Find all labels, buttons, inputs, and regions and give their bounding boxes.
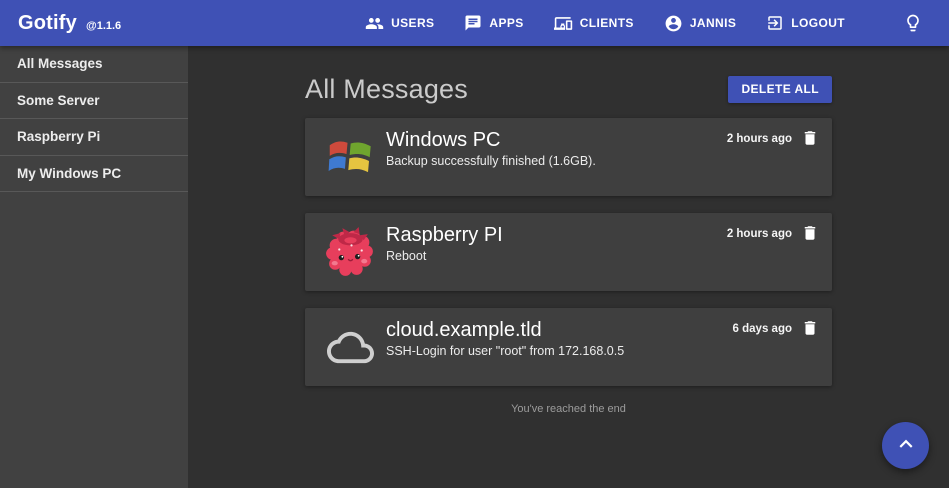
sidebar: All Messages Some Server Raspberry Pi My… (0, 46, 188, 488)
message-title: Windows PC (386, 127, 727, 153)
app-title: Gotify (18, 12, 77, 35)
sidebar-item-label: My Windows PC (17, 166, 121, 181)
sidebar-item-my-windows-pc[interactable]: My Windows PC (0, 156, 188, 193)
message-content: Raspberry PI Reboot (386, 213, 727, 291)
delete-message-button[interactable] (801, 319, 819, 337)
apps-icon (464, 14, 482, 32)
message-content: Windows PC Backup successfully finished … (386, 118, 727, 196)
message-body: Reboot (386, 248, 727, 265)
nav-logout[interactable]: LOGOUT (766, 14, 845, 32)
sidebar-item-all-messages[interactable]: All Messages (0, 46, 188, 83)
message-body: SSH-Login for user "root" from 172.168.0… (386, 343, 733, 360)
message-card: cloud.example.tld SSH-Login for user "ro… (305, 308, 832, 386)
page-title: All Messages (305, 74, 468, 105)
lightbulb-icon (903, 13, 923, 33)
sidebar-item-raspberry-pi[interactable]: Raspberry Pi (0, 119, 188, 156)
message-title: cloud.example.tld (386, 317, 733, 343)
users-icon (365, 14, 384, 33)
delete-message-button[interactable] (801, 224, 819, 242)
delete-all-button[interactable]: DELETE ALL (728, 76, 832, 103)
logout-icon (766, 14, 784, 32)
message-content: cloud.example.tld SSH-Login for user "ro… (386, 308, 733, 386)
app-bar: Gotify @1.1.6 USERS APPS CLIENTS JANNIS (0, 0, 949, 46)
message-card: Raspberry PI Reboot 2 hours ago (305, 213, 832, 291)
message-timestamp: 6 days ago (733, 321, 792, 337)
nav-user-label: JANNIS (690, 16, 736, 30)
nav-users[interactable]: USERS (365, 14, 434, 33)
message-card: Windows PC Backup successfully finished … (305, 118, 832, 196)
sidebar-item-label: Some Server (17, 93, 100, 108)
sidebar-item-some-server[interactable]: Some Server (0, 83, 188, 120)
delete-message-button[interactable] (801, 129, 819, 147)
message-timestamp: 2 hours ago (727, 131, 792, 147)
raspberry-logo (321, 223, 379, 281)
chevron-up-icon (893, 431, 919, 460)
appbar-nav: USERS APPS CLIENTS JANNIS LOGOUT (365, 13, 923, 33)
end-of-list-text: You've reached the end (305, 403, 832, 415)
nav-apps[interactable]: APPS (464, 14, 523, 32)
nav-users-label: USERS (391, 16, 434, 30)
main-content: All Messages DELETE ALL Windows PC Backu… (188, 46, 949, 488)
brand[interactable]: Gotify @1.1.6 (18, 12, 121, 35)
nav-clients[interactable]: CLIENTS (554, 14, 634, 33)
sidebar-item-label: All Messages (17, 56, 103, 71)
trash-icon (801, 230, 819, 245)
message-title: Raspberry PI (386, 222, 727, 248)
message-timestamp: 2 hours ago (727, 226, 792, 242)
app-version: @1.1.6 (86, 20, 121, 32)
scroll-to-top-button[interactable] (882, 422, 929, 469)
account-icon (664, 14, 683, 33)
theme-toggle-button[interactable] (903, 13, 923, 33)
windows-logo (321, 128, 379, 186)
trash-icon (801, 135, 819, 150)
trash-icon (801, 325, 819, 340)
nav-apps-label: APPS (489, 16, 523, 30)
clients-icon (554, 14, 573, 33)
sidebar-item-label: Raspberry Pi (17, 129, 100, 144)
nav-user-account[interactable]: JANNIS (664, 14, 736, 33)
message-body: Backup successfully finished (1.6GB). (386, 153, 727, 170)
nav-logout-label: LOGOUT (791, 16, 845, 30)
cloud-logo (321, 318, 379, 376)
nav-clients-label: CLIENTS (580, 16, 634, 30)
